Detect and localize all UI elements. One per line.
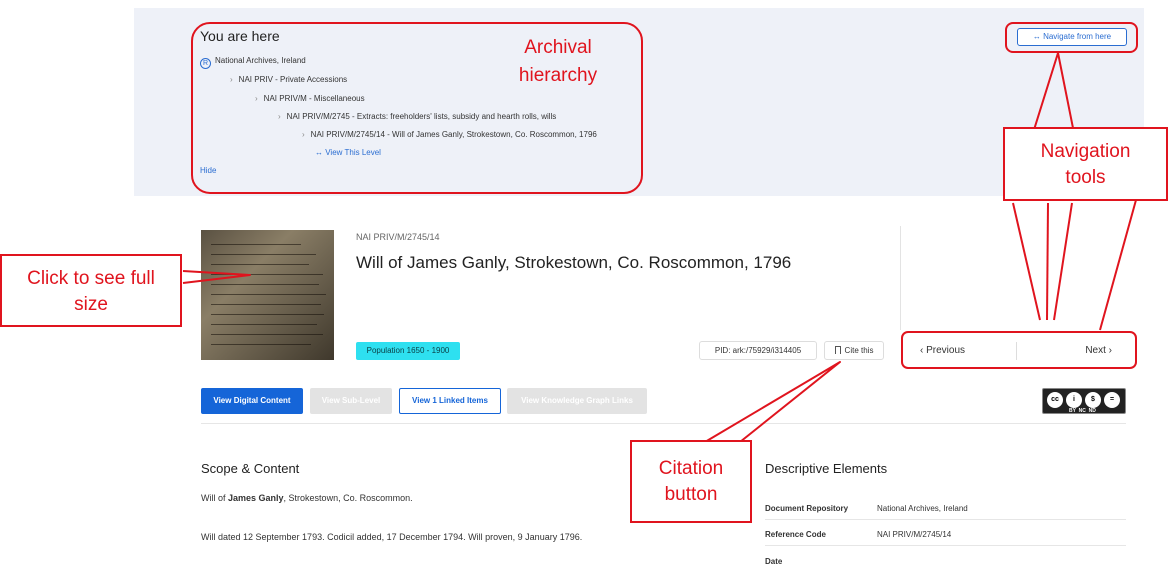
callout-citation-button: Citation button (630, 440, 752, 523)
callout-click-full-size: Click to see full size (0, 254, 182, 327)
cite-arrow (704, 361, 841, 443)
nav-arrow-down-1 (1046, 202, 1049, 321)
navigate-frame (1005, 22, 1138, 53)
nav-arrow-down-2 (1012, 202, 1041, 321)
nav-arrow-up (1032, 52, 1075, 134)
nav-arrow-down-3 (1053, 202, 1073, 321)
nav-arrow-side (1099, 199, 1137, 331)
thumb-arrow (182, 270, 251, 284)
callout-navigation-tools: Navigation tools (1003, 127, 1168, 201)
callout-archival-hierarchy: Archival hierarchy (518, 37, 598, 86)
prev-next-frame (901, 331, 1137, 369)
